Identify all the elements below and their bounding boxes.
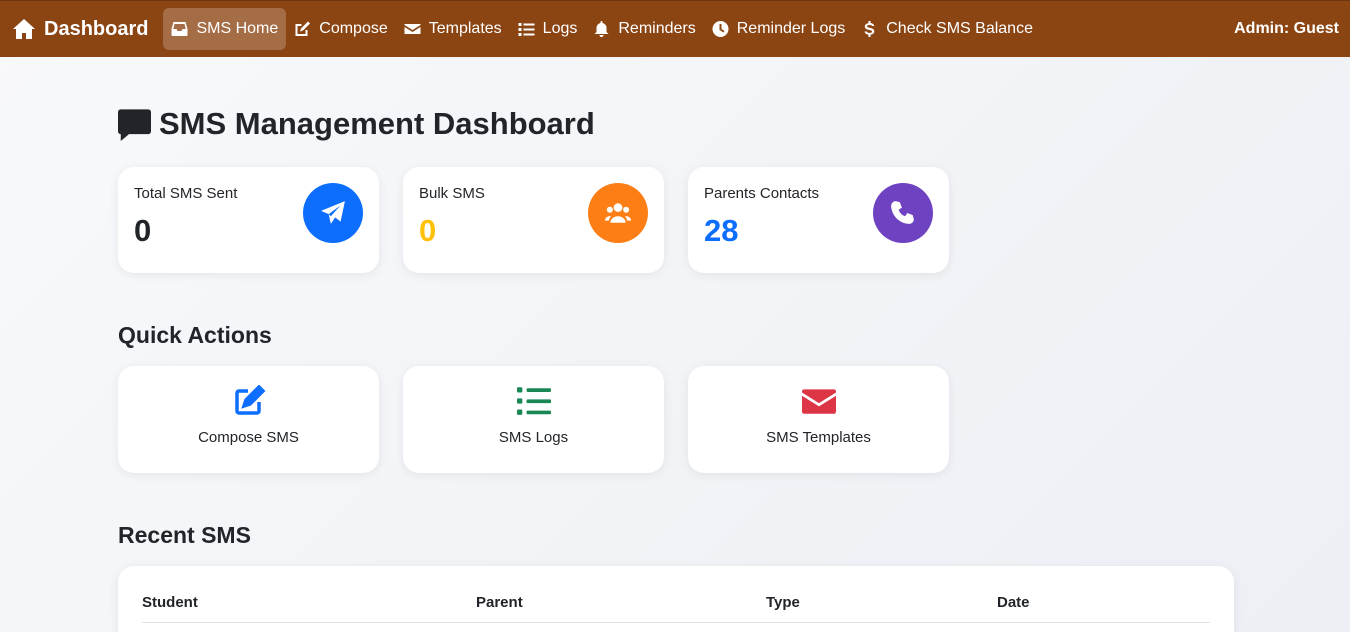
nav-sms-home-label: SMS Home bbox=[196, 20, 279, 37]
table-header-row: Student Parent Type Date bbox=[142, 566, 1210, 623]
stat-label: Bulk SMS bbox=[419, 185, 485, 202]
nav-reminder-logs[interactable]: Reminder Logs bbox=[704, 8, 854, 50]
clock-icon bbox=[712, 21, 729, 37]
recent-sms-heading: Recent SMS bbox=[118, 522, 251, 548]
nav-logs-label: Logs bbox=[542, 20, 578, 37]
column-header-parent: Parent bbox=[476, 594, 523, 611]
column-header-student: Student bbox=[142, 594, 198, 611]
stat-card-parents-contacts: Parents Contacts 28 bbox=[688, 167, 949, 273]
page-title-text: SMS Management Dashboard bbox=[159, 106, 595, 141]
envelope-icon bbox=[801, 389, 836, 414]
nav-reminder-logs-label: Reminder Logs bbox=[736, 20, 846, 37]
nav-menu: SMS Home Compose Templates Logs Reminder… bbox=[163, 8, 1041, 50]
quick-actions-heading: Quick Actions bbox=[118, 322, 272, 348]
nav-reminders-label: Reminders bbox=[618, 20, 696, 37]
stat-value: 0 bbox=[419, 213, 437, 248]
column-header-type: Type bbox=[766, 594, 800, 611]
column-header-date: Date bbox=[997, 594, 1030, 611]
nav-templates[interactable]: Templates bbox=[396, 8, 510, 50]
nav-check-sms-balance[interactable]: Check SMS Balance bbox=[853, 8, 1041, 50]
sms-logs-action[interactable]: SMS Logs bbox=[403, 366, 664, 473]
compose-sms-label: Compose SMS bbox=[198, 429, 299, 446]
stat-card-total-sms: Total SMS Sent 0 bbox=[118, 167, 379, 273]
page-title: SMS Management Dashboard bbox=[118, 106, 595, 142]
dollar-icon bbox=[864, 21, 875, 37]
edit-icon bbox=[234, 385, 265, 415]
stat-value: 0 bbox=[134, 213, 152, 248]
sms-logs-label: SMS Logs bbox=[498, 429, 569, 446]
stat-card-bulk-sms: Bulk SMS 0 bbox=[403, 167, 664, 273]
paper-plane-icon bbox=[321, 201, 345, 224]
stat-icon-circle bbox=[303, 183, 363, 243]
comment-icon bbox=[118, 108, 151, 141]
nav-compose-label: Compose bbox=[319, 20, 388, 37]
nav-check-sms-balance-label: Check SMS Balance bbox=[886, 20, 1033, 37]
stat-value: 28 bbox=[704, 213, 739, 248]
inbox-icon bbox=[171, 22, 188, 36]
nav-sms-home[interactable]: SMS Home bbox=[163, 8, 287, 50]
stat-label: Parents Contacts bbox=[704, 185, 820, 202]
compose-sms-action[interactable]: Compose SMS bbox=[118, 366, 379, 473]
stat-label: Total SMS Sent bbox=[134, 185, 238, 202]
admin-user-label: Admin: Guest bbox=[1234, 20, 1339, 37]
nav-compose[interactable]: Compose bbox=[286, 8, 395, 50]
brand-link[interactable]: Dashboard bbox=[12, 8, 150, 50]
sms-templates-label: SMS Templates bbox=[766, 429, 871, 446]
list-icon bbox=[518, 23, 535, 36]
envelope-icon bbox=[404, 24, 421, 34]
recent-sms-table: Student Parent Type Date bbox=[118, 566, 1234, 632]
stat-icon-circle bbox=[588, 183, 648, 243]
nav-reminders[interactable]: Reminders bbox=[585, 8, 703, 50]
top-navbar: Dashboard SMS Home Compose Templates Log… bbox=[0, 0, 1350, 57]
list-icon bbox=[516, 387, 551, 415]
edit-icon bbox=[295, 21, 311, 36]
nav-logs[interactable]: Logs bbox=[510, 8, 586, 50]
users-icon bbox=[605, 203, 631, 223]
nav-templates-label: Templates bbox=[428, 20, 502, 37]
brand-label: Dashboard bbox=[44, 17, 149, 40]
sms-templates-action[interactable]: SMS Templates bbox=[688, 366, 949, 473]
home-icon bbox=[13, 19, 35, 39]
phone-icon bbox=[891, 201, 914, 224]
bell-icon bbox=[594, 21, 609, 37]
stat-icon-circle bbox=[873, 183, 933, 243]
